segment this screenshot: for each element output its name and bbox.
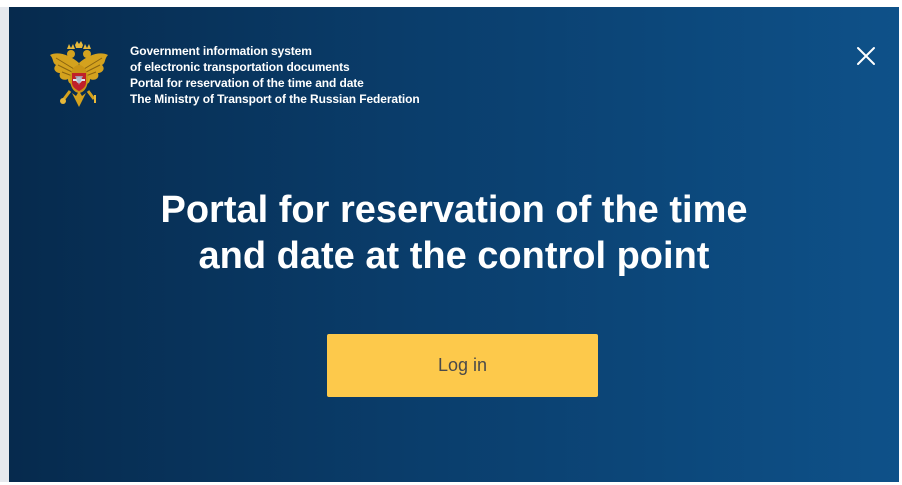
- page: Government information system of electro…: [0, 0, 902, 485]
- russian-coat-of-arms-icon: [50, 41, 108, 107]
- page-title-line: and date at the control point: [198, 235, 710, 277]
- organization-name: Government information system of electro…: [130, 43, 420, 107]
- login-button[interactable]: Log in: [327, 334, 598, 397]
- background-strip: [0, 7, 9, 482]
- page-title-line: Portal for reservation of the time: [160, 189, 748, 231]
- org-line: Portal for reservation of the time and d…: [130, 76, 364, 90]
- close-button[interactable]: [853, 43, 879, 69]
- org-line: Government information system: [130, 44, 312, 58]
- page-title: Portal for reservation of the time and d…: [9, 187, 899, 279]
- org-line: of electronic transportation documents: [130, 60, 350, 74]
- portal-header: Government information system of electro…: [46, 41, 420, 113]
- login-modal: Government information system of electro…: [9, 7, 899, 482]
- close-icon: [857, 47, 875, 65]
- org-line: The Ministry of Transport of the Russian…: [130, 92, 420, 106]
